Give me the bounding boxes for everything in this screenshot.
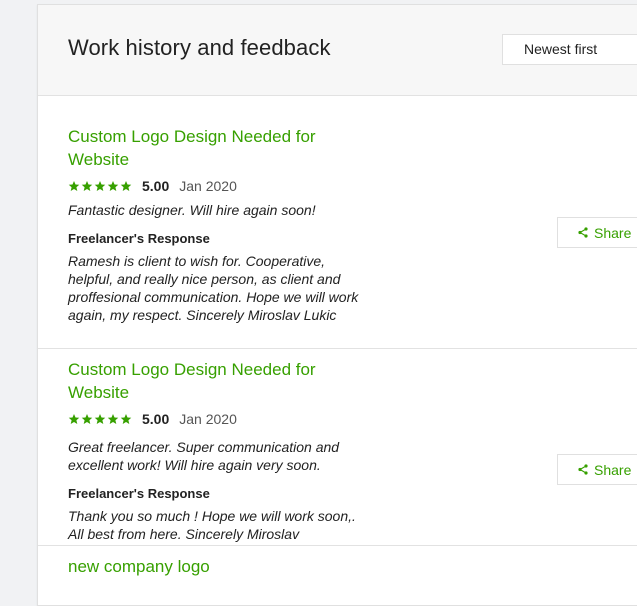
- star-icon: [68, 181, 80, 191]
- job-title-link[interactable]: Custom Logo Design Needed for Website: [68, 125, 358, 171]
- star-icon: [107, 414, 119, 424]
- history-item: Custom Logo Design Needed for Website 5.…: [38, 349, 637, 546]
- star-icon: [107, 181, 119, 191]
- freelancer-response: Ramesh is client to wish for. Cooperativ…: [68, 253, 359, 323]
- client-feedback: Fantastic designer. Will hire again soon…: [68, 202, 316, 218]
- star-icon: [81, 181, 93, 191]
- star-icon: [81, 414, 93, 424]
- work-history-card: Work history and feedback Newest first C…: [37, 4, 637, 606]
- share-icon: [578, 464, 588, 475]
- sort-dropdown[interactable]: Newest first: [502, 34, 637, 65]
- star-icon: [94, 414, 106, 424]
- rating-score: 5.00: [142, 411, 170, 427]
- card-header: Work history and feedback Newest first: [38, 5, 637, 96]
- rating-row: 5.00 Jan 2020: [68, 411, 237, 427]
- share-label: Share: [594, 461, 632, 478]
- response-label: Freelancer's Response: [68, 486, 210, 501]
- star-rating: [68, 413, 132, 425]
- response-label: Freelancer's Response: [68, 231, 210, 246]
- job-title-link[interactable]: new company logo: [68, 557, 210, 577]
- client-feedback: Great freelancer. Super communication an…: [68, 439, 340, 473]
- share-label: Share: [594, 224, 632, 241]
- star-icon: [94, 181, 106, 191]
- share-icon: [578, 227, 588, 238]
- star-icon: [68, 414, 80, 424]
- rating-row: 5.00 Jan 2020: [68, 178, 237, 194]
- job-title-link[interactable]: Custom Logo Design Needed for Website: [68, 358, 358, 404]
- feedback-date: Jan 2020: [179, 178, 237, 194]
- star-rating: [68, 180, 132, 192]
- history-item: Custom Logo Design Needed for Website 5.…: [38, 96, 637, 349]
- feedback-date: Jan 2020: [179, 411, 237, 427]
- page-title: Work history and feedback: [68, 35, 331, 60]
- freelancer-response: Thank you so much ! Hope we will work so…: [68, 508, 356, 542]
- share-button[interactable]: Share: [557, 217, 637, 248]
- star-icon: [120, 414, 132, 424]
- star-icon: [120, 181, 132, 191]
- share-button[interactable]: Share: [557, 454, 637, 485]
- rating-score: 5.00: [142, 178, 170, 194]
